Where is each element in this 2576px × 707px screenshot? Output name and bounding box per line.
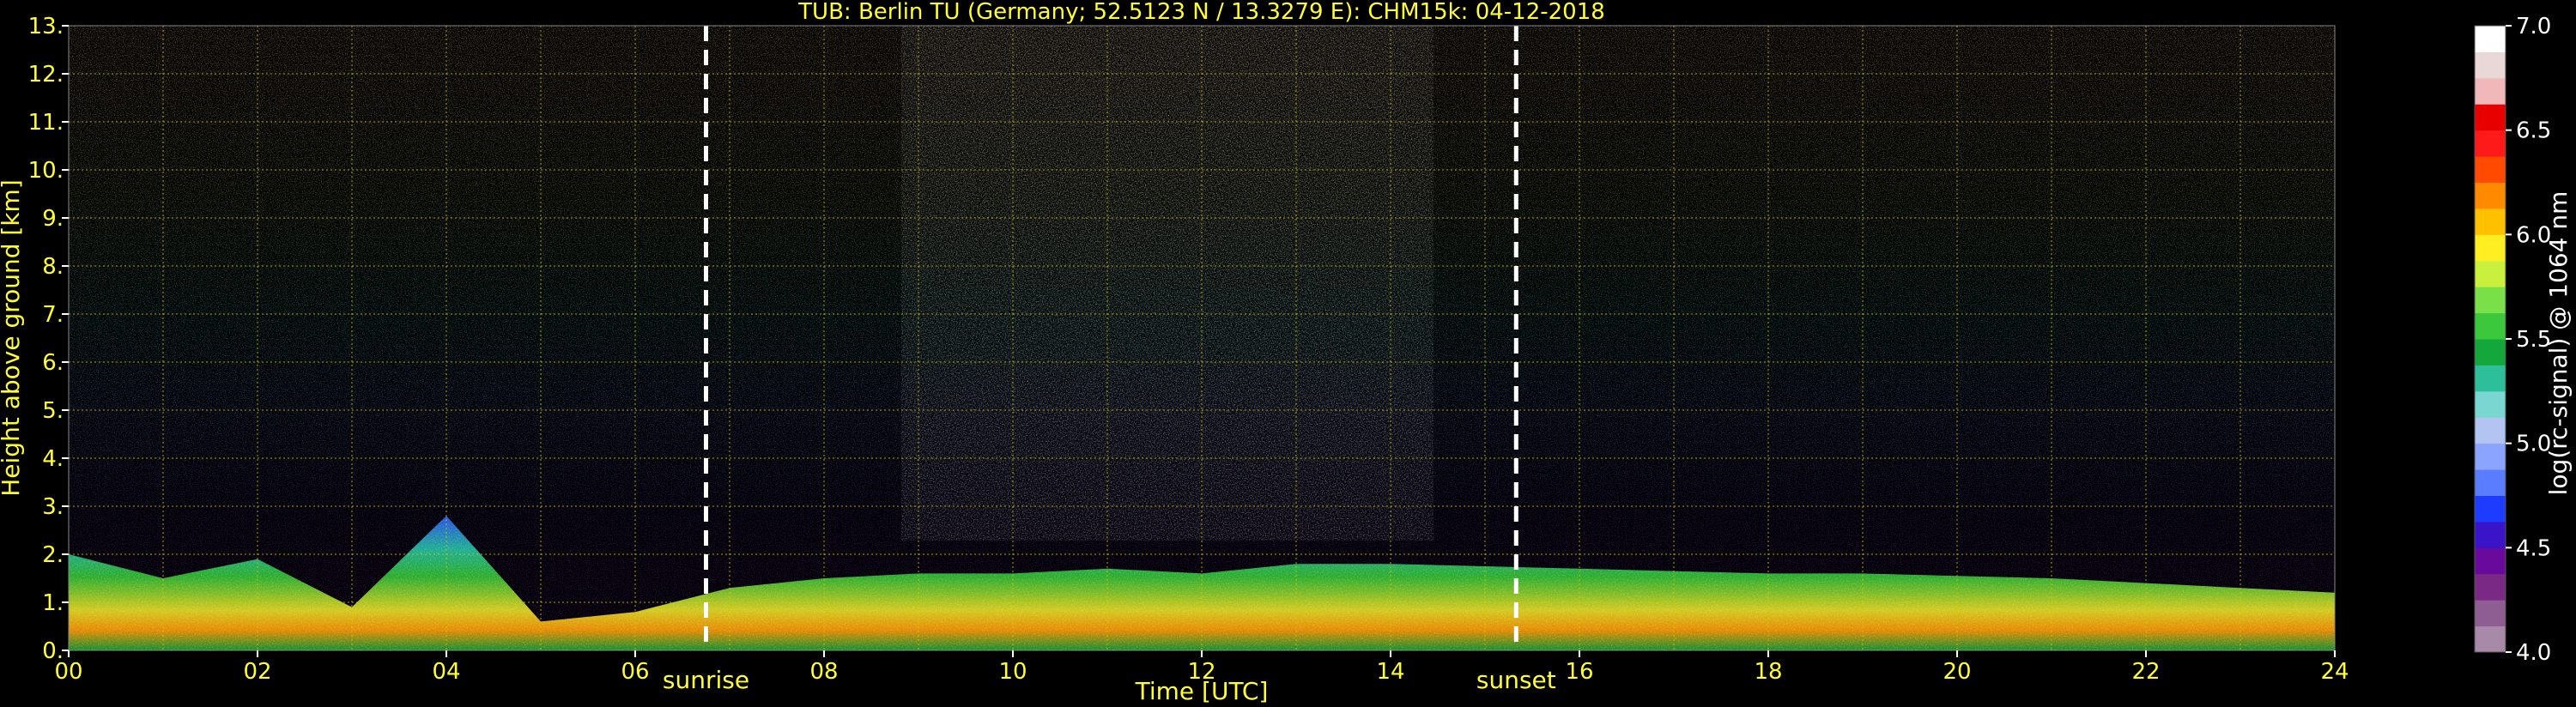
colorbar-label: log(rc-signal) @ 1064 nm (2544, 191, 2573, 496)
x-tick-label: 24 (2320, 659, 2349, 685)
colorbar-tick-label: 4.5 (2516, 535, 2551, 561)
colorbar-segment (2475, 26, 2506, 52)
chart-title: TUB: Berlin TU (Germany; 52.5123 N / 13.… (797, 0, 1605, 25)
y-tick-label: 13. (28, 14, 64, 39)
x-tick-label: 04 (432, 659, 460, 685)
y-tick-label: 11. (28, 110, 64, 136)
x-tick-label: 22 (2131, 659, 2160, 685)
x-tick-label: 02 (243, 659, 271, 685)
y-tick-label: 7. (42, 302, 64, 328)
colorbar-segment (2475, 495, 2506, 523)
colorbar-segment (2475, 287, 2506, 314)
colorbar-segment (2475, 365, 2506, 392)
x-tick-label: 14 (1376, 659, 1404, 685)
colorbar-segment (2475, 390, 2506, 418)
x-tick-label: 16 (1565, 659, 1593, 685)
colorbar-segment (2475, 600, 2506, 627)
colorbar-segment (2475, 469, 2506, 496)
y-tick-label: 3. (42, 494, 64, 520)
colorbar-segment (2475, 182, 2506, 209)
colorbar-segment (2475, 208, 2506, 235)
y-tick-label: 5. (42, 398, 64, 424)
x-tick-label: 20 (1943, 659, 1971, 685)
colorbar-segment (2475, 625, 2506, 653)
colorbar-segment (2475, 51, 2506, 79)
colorbar-segment (2475, 130, 2506, 157)
x-tick-label: 08 (809, 659, 838, 685)
y-tick-label: 1. (42, 590, 64, 616)
colorbar-tick-label: 7.0 (2516, 14, 2551, 39)
daytime-noise-field (901, 26, 1433, 541)
x-tick-label: 18 (1754, 659, 1782, 685)
colorbar-segment (2475, 312, 2506, 340)
colorbar-segment (2475, 521, 2506, 548)
y-axis-label: Height above ground [km] (0, 179, 25, 497)
colorbar-segment (2475, 234, 2506, 262)
colorbar (2474, 25, 2506, 653)
colorbar-tick-label: 6.5 (2516, 118, 2551, 144)
y-tick-label: 8. (42, 254, 64, 280)
lidar-figure: TUB: Berlin TU (Germany; 52.5123 N / 13.… (0, 0, 2573, 705)
plot-area (68, 25, 2336, 651)
colorbar-tick-label: 4.0 (2516, 640, 2551, 666)
colorbar-segment (2475, 77, 2506, 105)
colorbar-segment (2475, 156, 2506, 183)
colorbar-segment (2475, 417, 2506, 444)
x-tick-label: 06 (621, 659, 649, 685)
y-tick-label: 6. (42, 350, 64, 376)
y-tick-label: 2. (42, 542, 64, 568)
sun-marker-label: sunrise (663, 666, 749, 694)
colorbar-segment (2475, 443, 2506, 470)
y-tick-labels: 0.1.2.3.4.5.6.7.8.9.10.11.12.13. (28, 14, 69, 664)
y-tick-label: 10. (28, 158, 64, 184)
y-tick-label: 9. (42, 206, 64, 232)
colorbar-segment (2475, 260, 2506, 287)
colorbar-segment (2475, 547, 2506, 575)
x-tick-label: 00 (54, 659, 82, 685)
y-tick-label: 4. (42, 446, 64, 472)
x-axis-label: Time [UTC] (1135, 677, 1269, 705)
x-tick-label: 10 (998, 659, 1027, 685)
colorbar-segment (2475, 573, 2506, 601)
y-tick-label: 12. (28, 62, 64, 88)
sun-marker-label: sunset (1476, 666, 1556, 694)
colorbar-segment (2475, 104, 2506, 131)
colorbar-segment (2475, 339, 2506, 366)
